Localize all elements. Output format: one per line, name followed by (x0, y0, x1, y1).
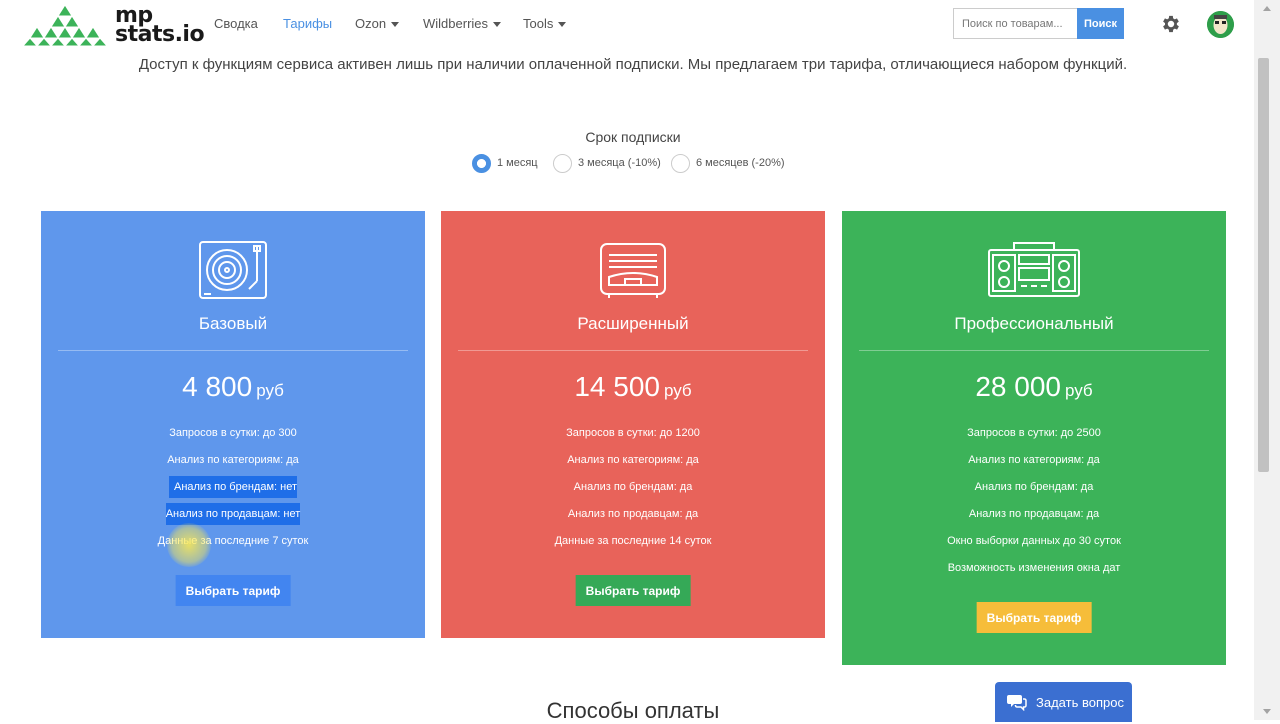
chevron-down-icon (493, 22, 502, 28)
plan-card-extended: Расширенный 14 500 руб Запросов в сутки: … (441, 211, 825, 638)
plan-feature: Данные за последние 7 суток (157, 535, 309, 547)
plan-feature: Анализ по продавцам: да (968, 508, 1100, 520)
chat-bubbles-icon (1007, 695, 1027, 711)
plan-feature: Возможность изменения окна дат (947, 562, 1121, 574)
price-currency: руб (663, 381, 692, 400)
nav-svodka[interactable]: Сводка (214, 16, 258, 31)
choose-plan-basic-button[interactable]: Выбрать тариф (175, 575, 291, 606)
ask-question-button[interactable]: Задать вопрос (995, 682, 1132, 722)
nav-ozon-label: Ozon (355, 16, 387, 31)
plan-title: Расширенный (577, 314, 689, 333)
plan-feature: Анализ по категориям: да (567, 454, 699, 466)
top-navbar: mp stats.io Сводка Тарифы Ozon Wildberri… (0, 0, 1254, 48)
plan-feature: Окно выборки данных до 30 суток (947, 535, 1121, 547)
plan-feature: Анализ по продавцам: да (567, 508, 699, 520)
plan-feature-selected-text: Анализ по продавцам: нет (165, 503, 301, 525)
price-amount: 28 000 (975, 371, 1061, 402)
plan-price: 14 500 руб (441, 371, 825, 403)
radio-unselected[interactable] (553, 153, 572, 173)
chevron-down-icon (558, 22, 567, 28)
nav-wildberries-dropdown[interactable]: Wildberries (423, 16, 502, 31)
radio-unselected[interactable] (671, 153, 690, 173)
avatar[interactable] (1207, 11, 1234, 38)
plan-feature-selected-text: Анализ по брендам: нет (168, 476, 297, 498)
scrollbar-thumb[interactable] (1258, 58, 1269, 472)
chevron-down-icon (391, 22, 400, 28)
nav-tools-label: Tools (523, 16, 554, 31)
price-amount: 14 500 (574, 371, 660, 402)
nav-tools-dropdown[interactable]: Tools (523, 16, 567, 31)
price-currency: руб (1064, 381, 1093, 400)
logo-triangles-icon (21, 4, 109, 47)
divider (458, 350, 808, 351)
subscription-period-label: Срок подписки (585, 129, 681, 145)
radio-icon (600, 243, 666, 298)
user-avatar-icon (1207, 11, 1234, 38)
plan-feature: Данные за последние 14 суток (554, 535, 712, 547)
divider (58, 350, 408, 351)
plan-feature: Анализ по брендам: нет (41, 476, 425, 498)
plan-card-basic: Базовый 4 800 руб Запросов в сутки: до 30… (41, 211, 425, 638)
radio-selected[interactable] (472, 153, 491, 173)
nav-wildberries-label: Wildberries (423, 16, 489, 31)
choose-plan-professional-button[interactable]: Выбрать тариф (976, 602, 1092, 633)
plan-feature: Анализ по брендам: да (573, 481, 693, 493)
period-option-6-months[interactable]: 6 месяцев (-20%) (671, 153, 785, 173)
nav-ozon-dropdown[interactable]: Ozon (355, 16, 400, 31)
turntable-icon (199, 241, 267, 299)
plan-title: Базовый (198, 314, 268, 333)
period-option-3-months[interactable]: 3 месяца (-10%) (553, 153, 661, 173)
gear-icon[interactable] (1160, 13, 1182, 35)
plan-price: 4 800 руб (41, 371, 425, 403)
period-option-1-month[interactable]: 1 месяц (472, 153, 538, 173)
intro-text: Доступ к функциям сервиса активен лишь п… (138, 56, 1128, 73)
period-option-label: 1 месяц (497, 157, 538, 169)
period-option-label: 6 месяцев (-20%) (696, 157, 785, 169)
ask-question-label: Задать вопрос (1036, 694, 1124, 710)
plan-price: 28 000 руб (842, 371, 1226, 403)
plan-title: Профессиональный (954, 314, 1114, 333)
divider (859, 350, 1209, 351)
page-scrollbar[interactable] (1254, 0, 1280, 720)
search-input[interactable] (953, 8, 1078, 39)
scroll-up-arrow-icon[interactable] (1263, 6, 1271, 11)
mpstats-logo[interactable]: mp stats.io (20, 4, 205, 47)
plan-card-professional: Профессиональный 28 000 руб Запросов в су… (842, 211, 1226, 665)
period-option-label: 3 месяца (-10%) (578, 157, 661, 169)
plan-feature: Запросов в сутки: до 2500 (967, 427, 1101, 439)
plan-feature: Анализ по брендам: да (974, 481, 1094, 493)
plan-feature: Анализ по категориям: да (968, 454, 1100, 466)
logo-text: mp stats.io (115, 3, 205, 47)
search-button[interactable]: Поиск (1077, 8, 1124, 39)
mouse-cursor-highlight (167, 523, 211, 567)
plan-feature: Анализ по продавцам: нет (41, 503, 425, 525)
price-currency: руб (256, 381, 284, 400)
choose-plan-extended-button[interactable]: Выбрать тариф (575, 575, 691, 606)
plan-feature: Запросов в сутки: до 300 (169, 427, 297, 439)
nav-tarify[interactable]: Тарифы (283, 16, 332, 31)
boombox-icon (988, 242, 1080, 297)
price-amount: 4 800 (182, 371, 253, 402)
plan-feature: Анализ по категориям: да (167, 454, 299, 466)
plan-feature: Запросов в сутки: до 1200 (566, 427, 700, 439)
